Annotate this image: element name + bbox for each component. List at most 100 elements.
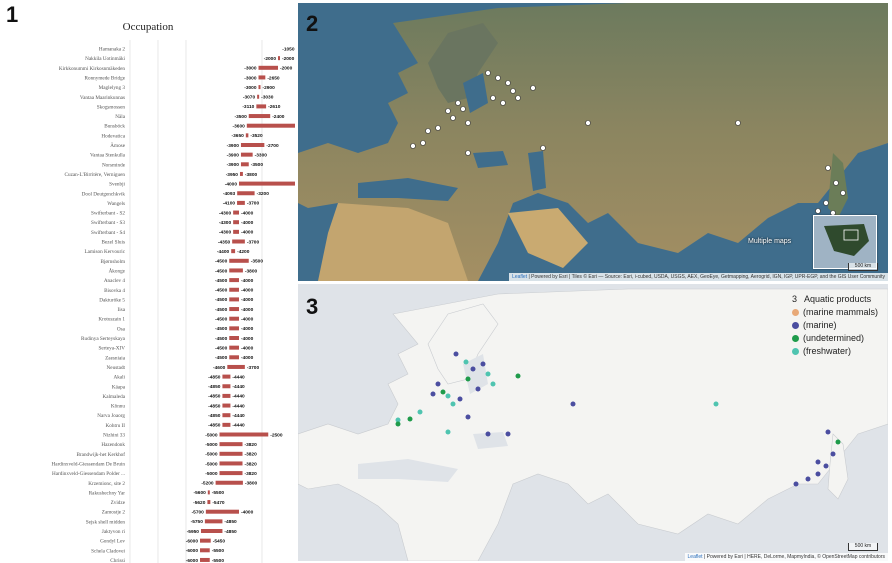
chart-row: Rudinya Serteyskaya -4500 -4000 [81, 336, 254, 342]
start-date-label: -4000 [225, 181, 238, 187]
site-name-label: Bunsböck [104, 124, 125, 130]
start-date-label: -3600 [233, 124, 246, 130]
legend-header-number: 3 [792, 294, 798, 304]
start-date-label: -4850 [208, 413, 221, 419]
site-name-label: Osa [117, 326, 126, 332]
start-date-label: -4350 [218, 239, 231, 245]
leaflet-link[interactable]: Leaflet [512, 274, 527, 280]
start-date-label: -3900 [227, 152, 240, 158]
site-name-label: Krzemionc, site 2 [88, 481, 125, 487]
site-markers[interactable] [298, 3, 888, 281]
start-date-label: -5200 [201, 481, 214, 487]
site-name-label: Neustadt [107, 365, 126, 371]
start-date-label: -4500 [215, 317, 228, 323]
chart-row: Brandwijk-het Kerkhof -5000 -3820 [76, 451, 257, 458]
start-date-label: -6000 [186, 558, 199, 563]
end-date-label: -4000 [241, 230, 254, 236]
end-date-label: -2650 [267, 75, 280, 81]
chart-row: Skogsmossen -3110 -2610 [97, 104, 281, 110]
attribution-text: | Powered by Esri | Tiles © Esri — Sourc… [528, 274, 885, 280]
occupation-bar [219, 442, 243, 447]
chart-row: Krzemionc, site 2 -5200 -3800 [88, 481, 257, 487]
end-date-label: -5500 [212, 558, 225, 563]
start-date-label: -3500 [234, 114, 247, 120]
end-date-label: -2400 [272, 114, 285, 120]
end-date-label: -4440 [232, 384, 245, 390]
site-name-label: Zvidze [111, 500, 126, 506]
chart-row: Rakushechny Yar -5600 -5500 [89, 490, 225, 496]
chart-row: Bezel Sluis -4350 -3700 [102, 239, 260, 245]
site-name-label: Gondyl Lev [100, 539, 125, 545]
legend-label: (undetermined) [803, 333, 865, 343]
end-date-label: -3200 [257, 191, 270, 197]
leaflet-link[interactable]: Leaflet [688, 554, 703, 560]
end-date-label: -4440 [232, 394, 245, 400]
start-date-label: -1050 [282, 46, 295, 52]
chart-row: Lamison Kervouric -4400 -4200 [85, 249, 250, 255]
start-date-label: -4600 [213, 365, 226, 371]
satellite-map-panel[interactable]: 2 Multiple maps 500 km Leaflet | Powered… [298, 3, 888, 281]
chart-row: Dool Deutgenchkvik -4093 -3200 [82, 191, 270, 197]
end-date-label: -3800 [245, 172, 258, 178]
occupation-bar [229, 345, 239, 350]
site-name-label: Wangels [107, 201, 125, 207]
start-date-label: -4093 [223, 191, 236, 197]
chart-row: Swifterbant - S4 -4300 -4000 [91, 229, 254, 236]
occupation-bar [207, 490, 210, 495]
site-name-label: Rudinya Serteyskaya [81, 336, 126, 342]
chart-row: Svenbji-4000-500 [109, 181, 295, 188]
occupation-bar [233, 210, 239, 215]
end-date-label: -2610 [268, 104, 281, 110]
chart-row: Gondyl Lev -6000 -5450 [100, 538, 225, 544]
start-date-label: -3900 [227, 143, 240, 149]
occupation-bar [231, 249, 236, 254]
start-date-label: -4500 [215, 278, 228, 284]
end-date-label: -4000 [241, 278, 254, 284]
site-name-label: Swifterbant - S2 [91, 210, 125, 217]
chart-row: Kalmaleda -4850 -4440 [103, 394, 245, 400]
site-name-label: Hardinxveld-Giessendam Polder ... [52, 471, 125, 477]
site-name-label: Maglelyng 3 [99, 85, 126, 91]
chart-row: Hodevatica -3650 -3520 [101, 133, 263, 139]
occupation-bar [229, 258, 249, 263]
end-date-label: -5450 [213, 538, 226, 544]
chart-row: Kirkkonummi Kirkosnmäkeden -3000 -2000 [59, 66, 293, 72]
occupation-bar [219, 432, 269, 437]
site-name-label: Krotuszain 1 [98, 317, 125, 323]
start-date-label: -5000 [205, 461, 218, 467]
chart-row: Kohtru II -4850 -4440 [106, 423, 245, 429]
start-date-label: -5950 [187, 529, 200, 535]
end-date-label: -5470 [212, 500, 225, 506]
start-date-label: -3000 [244, 66, 257, 72]
site-name-label: Chrissi [110, 558, 125, 563]
inset-minimap[interactable] [813, 215, 877, 269]
legend-dot [792, 321, 799, 329]
chart-row: Cuzan-L'Birritère, Verniguen -3950 -3800 [65, 172, 258, 178]
end-date-label: -2700 [266, 143, 279, 149]
site-name-label: Kohtru II [106, 423, 126, 429]
end-date-label: -4000 [241, 510, 254, 516]
aquatic-products-map-panel[interactable]: 3 3 Aquatic products (marine mammals) (m… [298, 284, 888, 561]
occupation-bar [219, 461, 243, 466]
start-date-label: -5000 [205, 471, 218, 477]
site-name-label: Dool Deutgenchkvik [82, 191, 126, 197]
site-name-label: Åkonge [109, 266, 126, 274]
site-name-label: Hardinxveld-Giessendam De Bruin [52, 461, 126, 467]
occupation-bar [229, 278, 239, 283]
chart-row: Krotuszain 1 -4500 -4000 [98, 317, 253, 323]
start-date-label: -6000 [186, 548, 199, 554]
legend: 3 Aquatic products (marine mammals) (mar… [792, 294, 878, 359]
site-name-label: Akali [113, 375, 125, 381]
occupation-bar [232, 239, 245, 244]
end-date-label: -4440 [232, 423, 245, 429]
occupation-bar [229, 336, 239, 340]
occupation-bar [229, 326, 239, 331]
end-date-label: -3700 [247, 365, 260, 371]
end-date-label: -4000 [241, 336, 254, 342]
occupation-bar [229, 287, 239, 292]
chart-row: Hardinxveld-Giessendam De Bruin -5000 -382… [52, 461, 258, 467]
site-name-label: Swifterbant - S4 [91, 229, 125, 236]
legend-item-marine: (marine) [792, 320, 878, 330]
multiple-maps-label[interactable]: Multiple maps [748, 238, 791, 246]
start-date-label: -5600 [194, 490, 207, 496]
